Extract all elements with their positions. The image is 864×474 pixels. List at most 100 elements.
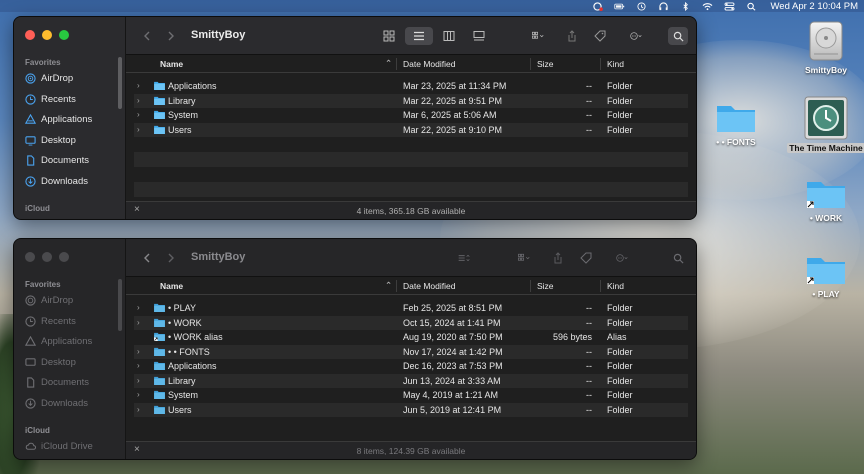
- share-button[interactable]: [564, 27, 580, 45]
- wifi-icon[interactable]: [697, 0, 719, 12]
- table-row[interactable]: › • PLAY Feb 25, 2025 at 8:51 PM -- Folder: [134, 301, 688, 316]
- sidebar: Favorites AirDrop Recents Applications D…: [14, 239, 126, 459]
- disclosure-chevron-icon[interactable]: ›: [137, 81, 140, 90]
- maximize-button[interactable]: [59, 30, 69, 40]
- table-row[interactable]: • WORK alias Aug 19, 2020 at 7:50 PM 596 b…: [134, 330, 688, 345]
- table-row[interactable]: › • WORK Oct 15, 2024 at 1:41 PM -- Folder: [134, 315, 688, 330]
- creative-cloud-icon[interactable]: [587, 0, 609, 12]
- table-row[interactable]: › Library Mar 22, 2025 at 9:51 PM -- Folder: [134, 93, 688, 108]
- sidebar-item-recents[interactable]: Recents: [25, 314, 76, 328]
- minimize-button[interactable]: [42, 30, 52, 40]
- sidebar-scrollbar[interactable]: [118, 57, 122, 109]
- table-row[interactable]: › Users Jun 5, 2019 at 12:41 PM -- Folder: [134, 402, 688, 417]
- row-date: Mar 23, 2025 at 11:34 PM: [403, 81, 507, 91]
- sidebar-section-icloud: iCloud: [25, 426, 50, 435]
- sidebar-item-downloads[interactable]: Downloads: [25, 174, 88, 188]
- close-button[interactable]: [25, 252, 35, 262]
- sidebar-scrollbar[interactable]: [118, 279, 122, 331]
- group-button[interactable]: [524, 27, 552, 45]
- desktop-icon-work[interactable]: • WORK: [784, 176, 864, 223]
- column-kind[interactable]: Kind: [607, 59, 624, 69]
- bluetooth-icon[interactable]: [675, 0, 697, 12]
- table-row[interactable]: › System Mar 6, 2025 at 5:06 AM -- Folder: [134, 108, 688, 123]
- disclosure-chevron-icon[interactable]: ›: [137, 318, 140, 327]
- share-icon: [554, 252, 562, 264]
- column-date[interactable]: Date Modified: [403, 281, 455, 291]
- desktop-icon: [25, 135, 36, 146]
- share-button[interactable]: [550, 249, 566, 267]
- column-date[interactable]: Date Modified: [403, 59, 455, 69]
- column-name[interactable]: Name: [160, 281, 183, 291]
- sort-chevron-icon[interactable]: ⌃: [385, 58, 392, 69]
- sidebar-item-recents[interactable]: Recents: [25, 92, 76, 106]
- view-options-button[interactable]: [450, 249, 478, 267]
- disclosure-chevron-icon[interactable]: ›: [137, 96, 140, 105]
- desktop-icon: [25, 357, 36, 366]
- action-menu-button[interactable]: [608, 249, 636, 267]
- folder-icon: [154, 318, 165, 327]
- sidebar-item-airdrop[interactable]: AirDrop: [25, 71, 73, 85]
- battery-icon[interactable]: [609, 0, 631, 12]
- disclosure-chevron-icon[interactable]: ›: [137, 361, 140, 370]
- group-button[interactable]: [510, 249, 538, 267]
- sidebar-item-airdrop[interactable]: AirDrop: [25, 293, 73, 307]
- disclosure-chevron-icon[interactable]: ›: [137, 347, 140, 356]
- forward-button[interactable]: [164, 249, 178, 267]
- column-size[interactable]: Size: [537, 59, 554, 69]
- sidebar-item-desktop[interactable]: Desktop: [25, 133, 76, 147]
- row-date: Mar 22, 2025 at 9:51 PM: [403, 95, 503, 106]
- close-button[interactable]: [25, 30, 35, 40]
- finder-window-back[interactable]: Favorites AirDrop Recents Applications D…: [13, 238, 697, 460]
- disclosure-chevron-icon[interactable]: ›: [137, 303, 140, 312]
- table-row[interactable]: › Applications Dec 16, 2023 at 7:53 PM -- Fo…: [134, 359, 688, 374]
- back-button[interactable]: [140, 249, 154, 267]
- desktop-icon-smittyboy[interactable]: SmittyBoy: [784, 20, 864, 75]
- sidebar-item-applications[interactable]: Applications: [25, 112, 92, 126]
- table-row[interactable]: › Users Mar 22, 2025 at 9:10 PM -- Folder: [134, 122, 688, 137]
- icon-view-button[interactable]: [378, 27, 400, 45]
- time-machine-icon[interactable]: [631, 0, 653, 12]
- disclosure-chevron-icon[interactable]: ›: [137, 376, 140, 385]
- sidebar-item-downloads[interactable]: Downloads: [25, 396, 88, 410]
- table-row[interactable]: › Applications Mar 23, 2025 at 11:34 PM -- F…: [134, 79, 688, 94]
- sidebar-item-desktop[interactable]: Desktop: [25, 355, 76, 369]
- desktop-icon-play[interactable]: • PLAY: [784, 252, 864, 299]
- tag-button[interactable]: [577, 249, 595, 267]
- desktop-icon-fonts[interactable]: • • FONTS: [694, 100, 778, 147]
- search-button[interactable]: [668, 249, 688, 267]
- table-row[interactable]: › • • FONTS Nov 17, 2024 at 1:42 PM -- Folde…: [134, 344, 688, 359]
- column-view-button[interactable]: [438, 27, 460, 45]
- back-button[interactable]: [140, 27, 154, 45]
- search-button[interactable]: [668, 27, 688, 45]
- maximize-button[interactable]: [59, 252, 69, 262]
- column-name[interactable]: Name: [160, 59, 183, 69]
- ellipsis-circle-icon: [630, 32, 642, 40]
- headphones-icon[interactable]: [653, 0, 675, 12]
- gallery-view-button[interactable]: [468, 27, 490, 45]
- table-row[interactable]: › Library Jun 13, 2024 at 3:33 AM -- Folder: [134, 373, 688, 388]
- row-kind: Folder: [607, 346, 633, 357]
- action-menu-button[interactable]: [622, 27, 650, 45]
- disclosure-chevron-icon[interactable]: ›: [137, 110, 140, 119]
- desktop-icon-time-machine[interactable]: The Time Machine: [784, 96, 864, 153]
- menu-clock[interactable]: Wed Apr 2 10:04 PM: [771, 1, 859, 12]
- finder-window-front[interactable]: Favorites AirDrop Recents Applications D…: [13, 16, 697, 220]
- sort-chevron-icon[interactable]: ⌃: [385, 280, 392, 291]
- disclosure-chevron-icon[interactable]: ›: [137, 125, 140, 134]
- table-row[interactable]: › System May 4, 2019 at 1:21 AM -- Folder: [134, 388, 688, 403]
- sidebar-item-documents[interactable]: Documents: [25, 375, 89, 389]
- minimize-button[interactable]: [42, 252, 52, 262]
- row-name: Library: [168, 375, 196, 386]
- column-size[interactable]: Size: [537, 281, 554, 291]
- column-kind[interactable]: Kind: [607, 281, 624, 291]
- sidebar-item-icloud-drive[interactable]: iCloud Drive: [25, 439, 93, 453]
- list-view-button[interactable]: [405, 27, 433, 45]
- search-icon[interactable]: [741, 0, 763, 12]
- sidebar-item-applications[interactable]: Applications: [25, 334, 92, 348]
- sidebar-item-documents[interactable]: Documents: [25, 153, 89, 167]
- control-center-icon[interactable]: [719, 0, 741, 12]
- tag-button[interactable]: [591, 27, 609, 45]
- forward-button[interactable]: [164, 27, 178, 45]
- disclosure-chevron-icon[interactable]: ›: [137, 405, 140, 414]
- disclosure-chevron-icon[interactable]: ›: [137, 390, 140, 399]
